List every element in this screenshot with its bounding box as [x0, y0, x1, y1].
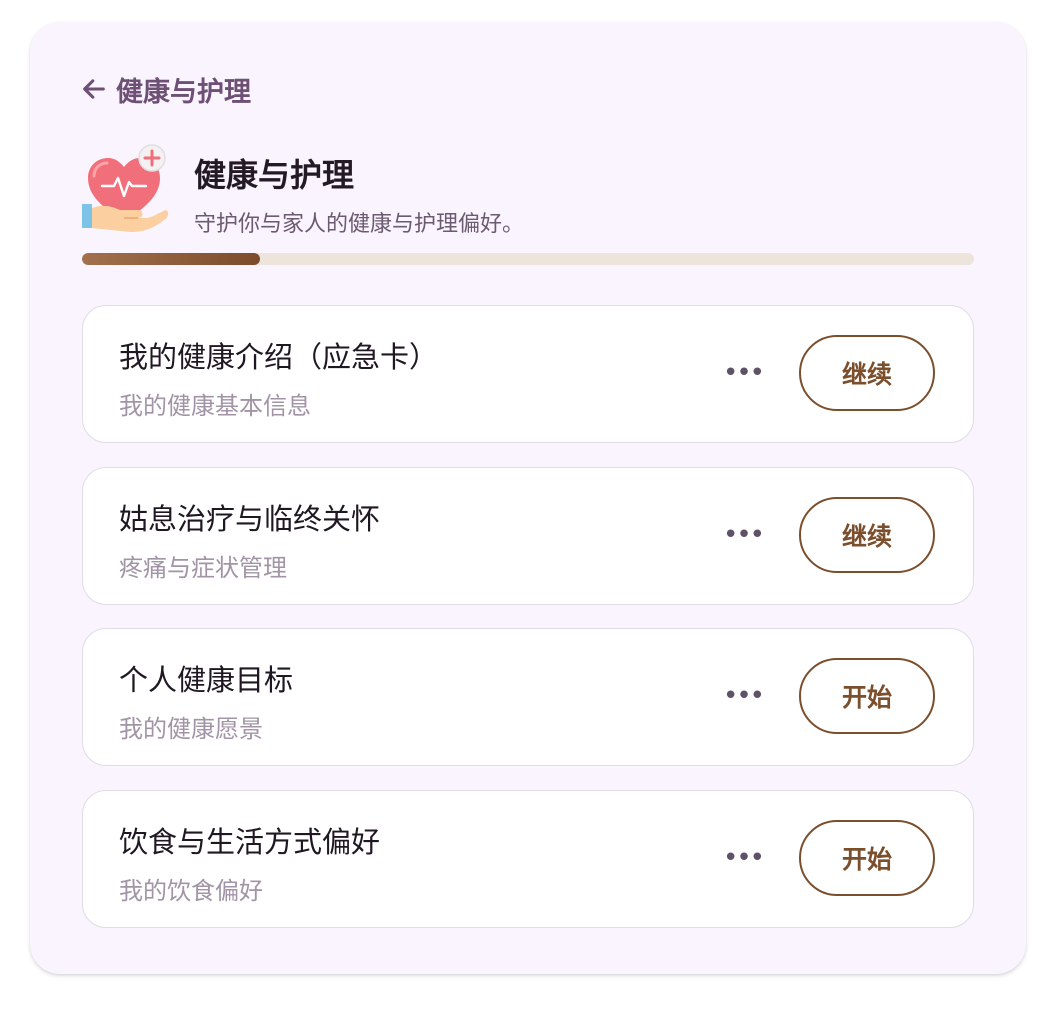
section-card[interactable]: 我的健康介绍（应急卡） 我的健康基本信息 ••• 继续 — [82, 305, 974, 443]
start-button[interactable]: 开始 — [799, 820, 935, 896]
section-title: 饮食与生活方式偏好 — [119, 825, 381, 859]
section-title: 我的健康介绍（应急卡） — [119, 340, 439, 374]
health-care-panel: 健康与护理 健康与护理 守护你与家人的健康与护理偏好。 我的健康介绍（应急卡） … — [30, 22, 1026, 974]
section-subtitle: 疼痛与症状管理 — [119, 554, 287, 582]
heart-in-hand-icon — [82, 144, 169, 232]
continue-button[interactable]: 继续 — [799, 335, 935, 411]
back-label: 健康与护理 — [116, 76, 251, 108]
start-button[interactable]: 开始 — [799, 658, 935, 734]
arrow-left-icon — [83, 79, 105, 99]
section-subtitle: 我的健康基本信息 — [119, 392, 311, 420]
more-options-button[interactable]: ••• — [723, 843, 765, 873]
progress-fill — [82, 253, 261, 265]
more-options-button[interactable]: ••• — [723, 358, 765, 388]
back-button[interactable]: 健康与护理 — [80, 72, 251, 108]
section-card[interactable]: 姑息治疗与临终关怀 疼痛与症状管理 ••• 继续 — [82, 467, 974, 605]
section-subtitle: 我的饮食偏好 — [119, 877, 263, 905]
page-title: 健康与护理 — [194, 156, 355, 194]
section-card[interactable]: 饮食与生活方式偏好 我的饮食偏好 ••• 开始 — [82, 790, 974, 928]
more-options-button[interactable]: ••• — [723, 520, 765, 550]
progress-bar — [82, 253, 974, 265]
more-options-button[interactable]: ••• — [723, 681, 765, 711]
section-title: 姑息治疗与临终关怀 — [119, 502, 381, 536]
continue-button[interactable]: 继续 — [799, 497, 935, 573]
section-card[interactable]: 个人健康目标 我的健康愿景 ••• 开始 — [82, 628, 974, 766]
page-subtitle: 守护你与家人的健康与护理偏好。 — [194, 212, 525, 237]
section-subtitle: 我的健康愿景 — [119, 715, 263, 743]
section-title: 个人健康目标 — [119, 663, 294, 697]
